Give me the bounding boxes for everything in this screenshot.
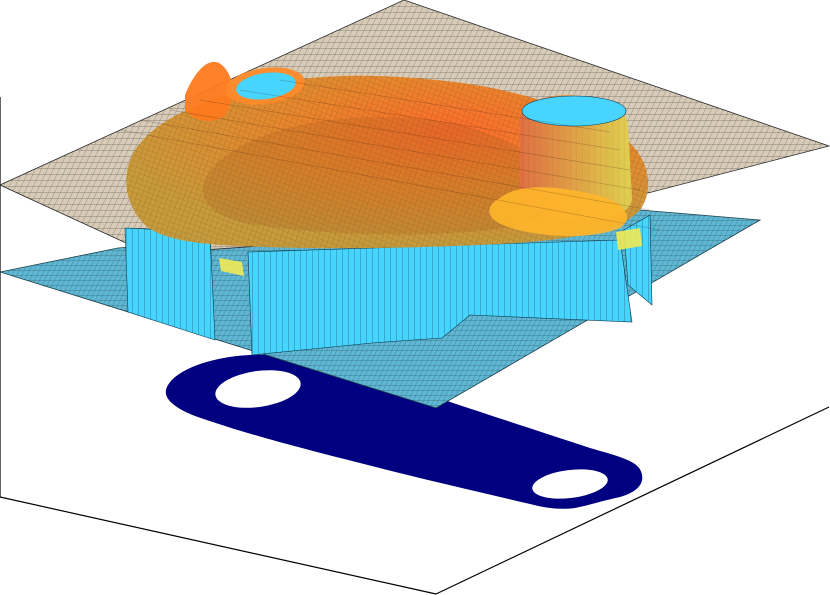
- plot-canvas: [0, 0, 830, 595]
- surface-plot-svg: [0, 0, 830, 595]
